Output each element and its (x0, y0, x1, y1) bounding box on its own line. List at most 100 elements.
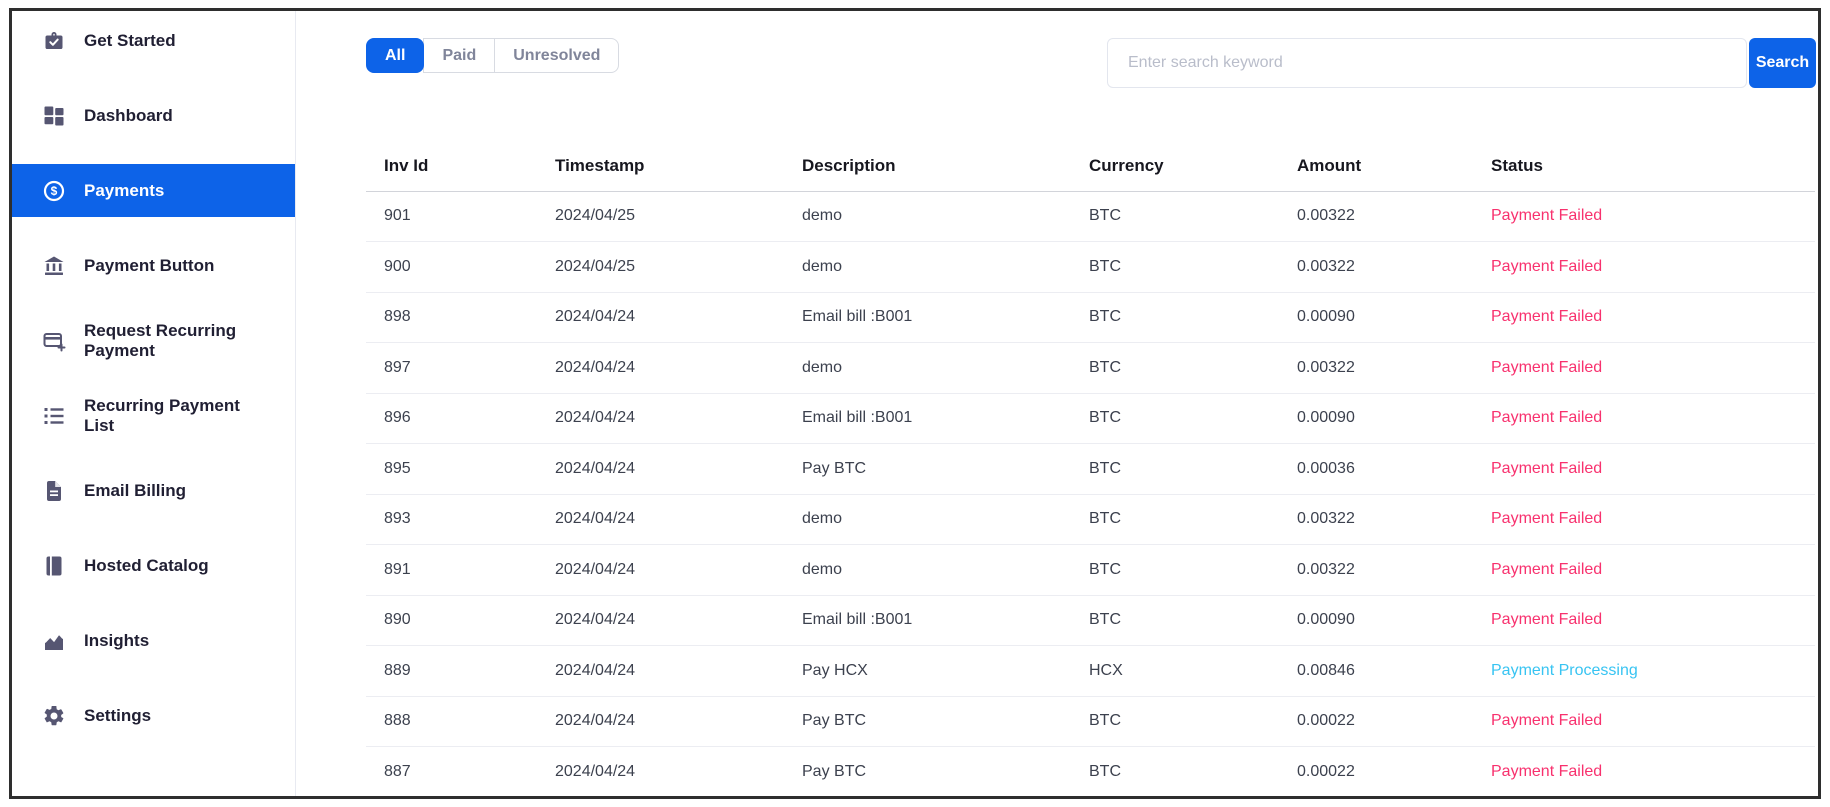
search-input[interactable] (1107, 38, 1747, 88)
column-header-currency: Currency (1071, 142, 1279, 191)
cell-inv-id: 887 (366, 747, 537, 797)
payments-table: Inv IdTimestampDescriptionCurrencyAmount… (366, 142, 1815, 796)
table-row[interactable]: 8872024/04/24Pay BTCBTC0.00022Payment Fa… (366, 747, 1815, 797)
sidebar-item-payment-button[interactable]: Payment Button (12, 228, 295, 303)
cell-status: Payment Failed (1473, 494, 1815, 545)
sidebar-item-get-started[interactable]: Get Started (12, 8, 295, 78)
sidebar-item-label: Request Recurring Payment (84, 321, 256, 360)
table-row[interactable]: 9002024/04/25demoBTC0.00322Payment Faile… (366, 242, 1815, 293)
cell-amount: 0.00022 (1279, 747, 1473, 797)
sidebar-item-insights[interactable]: Insights (12, 603, 295, 678)
sidebar-item-email-billing[interactable]: Email Billing (12, 453, 295, 528)
briefcase-check-icon (42, 29, 66, 53)
cell-inv-id: 890 (366, 595, 537, 646)
cell-description: Email bill :B001 (784, 292, 1071, 343)
sidebar-item-row: Insights (12, 614, 295, 667)
cell-description: demo (784, 191, 1071, 242)
cell-description: demo (784, 242, 1071, 293)
cell-inv-id: 891 (366, 545, 537, 596)
table-row[interactable]: 8912024/04/24demoBTC0.00322Payment Faile… (366, 545, 1815, 596)
dollar-circle-icon: $ (42, 179, 66, 203)
table-row[interactable]: 8972024/04/24demoBTC0.00322Payment Faile… (366, 343, 1815, 394)
sidebar-nav-list: Get Started Dashboard $ Payments Payment But… (12, 8, 295, 753)
cell-currency: BTC (1071, 393, 1279, 444)
cell-currency: BTC (1071, 545, 1279, 596)
cell-status: Payment Failed (1473, 343, 1815, 394)
cell-inv-id: 896 (366, 393, 537, 444)
sidebar-item-row: $ Payments (12, 164, 295, 217)
table-row[interactable]: 8892024/04/24Pay HCXHCX0.00846Payment Pr… (366, 646, 1815, 697)
list-icon (42, 404, 66, 428)
cell-amount: 0.00090 (1279, 595, 1473, 646)
search-button[interactable]: Search (1749, 38, 1816, 88)
cell-inv-id: 893 (366, 494, 537, 545)
sidebar-item-row: Recurring Payment List (12, 389, 295, 442)
table-row[interactable]: 8932024/04/24demoBTC0.00322Payment Faile… (366, 494, 1815, 545)
filter-tab-unresolved[interactable]: Unresolved (494, 38, 619, 73)
cell-status: Payment Failed (1473, 595, 1815, 646)
sidebar-item-row: Dashboard (12, 89, 295, 142)
table-row[interactable]: 8962024/04/24Email bill :B001BTC0.00090P… (366, 393, 1815, 444)
table-row[interactable]: 8982024/04/24Email bill :B001BTC0.00090P… (366, 292, 1815, 343)
sidebar-item-row: Payment Button (12, 239, 295, 292)
gear-icon (42, 704, 66, 728)
search-bar: Search (1107, 38, 1816, 88)
cell-status: Payment Failed (1473, 747, 1815, 797)
cell-description: demo (784, 494, 1071, 545)
cell-amount: 0.00022 (1279, 696, 1473, 747)
cell-currency: BTC (1071, 595, 1279, 646)
app-window: Get Started Dashboard $ Payments Payment But… (9, 8, 1821, 799)
cell-timestamp: 2024/04/25 (537, 191, 784, 242)
cell-inv-id: 901 (366, 191, 537, 242)
cell-amount: 0.00322 (1279, 545, 1473, 596)
cell-inv-id: 889 (366, 646, 537, 697)
sidebar-item-dashboard[interactable]: Dashboard (12, 78, 295, 153)
sidebar-item-label: Email Billing (84, 481, 186, 501)
cell-status: Payment Failed (1473, 191, 1815, 242)
cell-amount: 0.00090 (1279, 292, 1473, 343)
sidebar-item-settings[interactable]: Settings (12, 678, 295, 753)
column-header-amount: Amount (1279, 142, 1473, 191)
sidebar: Get Started Dashboard $ Payments Payment But… (12, 11, 296, 796)
cell-timestamp: 2024/04/24 (537, 292, 784, 343)
sidebar-item-row: Get Started (12, 14, 295, 67)
cell-description: demo (784, 343, 1071, 394)
grid-icon (42, 104, 66, 128)
cell-timestamp: 2024/04/25 (537, 242, 784, 293)
sidebar-item-row: Hosted Catalog (12, 539, 295, 592)
filter-tab-paid[interactable]: Paid (423, 38, 495, 73)
cell-inv-id: 897 (366, 343, 537, 394)
cell-amount: 0.00322 (1279, 494, 1473, 545)
cell-currency: BTC (1071, 191, 1279, 242)
sidebar-item-recurring-payment-list[interactable]: Recurring Payment List (12, 378, 295, 453)
cell-amount: 0.00846 (1279, 646, 1473, 697)
sidebar-item-hosted-catalog[interactable]: Hosted Catalog (12, 528, 295, 603)
column-header-timestamp: Timestamp (537, 142, 784, 191)
cell-timestamp: 2024/04/24 (537, 595, 784, 646)
cell-currency: BTC (1071, 292, 1279, 343)
sidebar-item-label: Payments (84, 181, 164, 201)
chart-icon (42, 629, 66, 653)
table-row[interactable]: 8902024/04/24Email bill :B001BTC0.00090P… (366, 595, 1815, 646)
cell-status: Payment Failed (1473, 292, 1815, 343)
filter-tab-all[interactable]: All (366, 38, 424, 73)
toolbar: AllPaidUnresolved Search (366, 38, 1816, 88)
sidebar-item-label: Insights (84, 631, 149, 651)
sidebar-item-row: Request Recurring Payment (12, 314, 295, 367)
cell-currency: HCX (1071, 646, 1279, 697)
cell-status: Payment Failed (1473, 393, 1815, 444)
cell-amount: 0.00322 (1279, 242, 1473, 293)
column-header-inv-id: Inv Id (366, 142, 537, 191)
cell-amount: 0.00090 (1279, 393, 1473, 444)
sidebar-item-payments[interactable]: $ Payments (12, 153, 295, 228)
sidebar-item-label: Get Started (84, 31, 176, 51)
table-row[interactable]: 9012024/04/25demoBTC0.00322Payment Faile… (366, 191, 1815, 242)
sidebar-item-label: Settings (84, 706, 151, 726)
sidebar-item-request-recurring-payment[interactable]: Request Recurring Payment (12, 303, 295, 378)
table-row[interactable]: 8952024/04/24Pay BTCBTC0.00036Payment Fa… (366, 444, 1815, 495)
cell-currency: BTC (1071, 696, 1279, 747)
filter-tab-group: AllPaidUnresolved (366, 38, 619, 73)
document-icon (42, 479, 66, 503)
table-row[interactable]: 8882024/04/24Pay BTCBTC0.00022Payment Fa… (366, 696, 1815, 747)
cell-description: Pay BTC (784, 444, 1071, 495)
